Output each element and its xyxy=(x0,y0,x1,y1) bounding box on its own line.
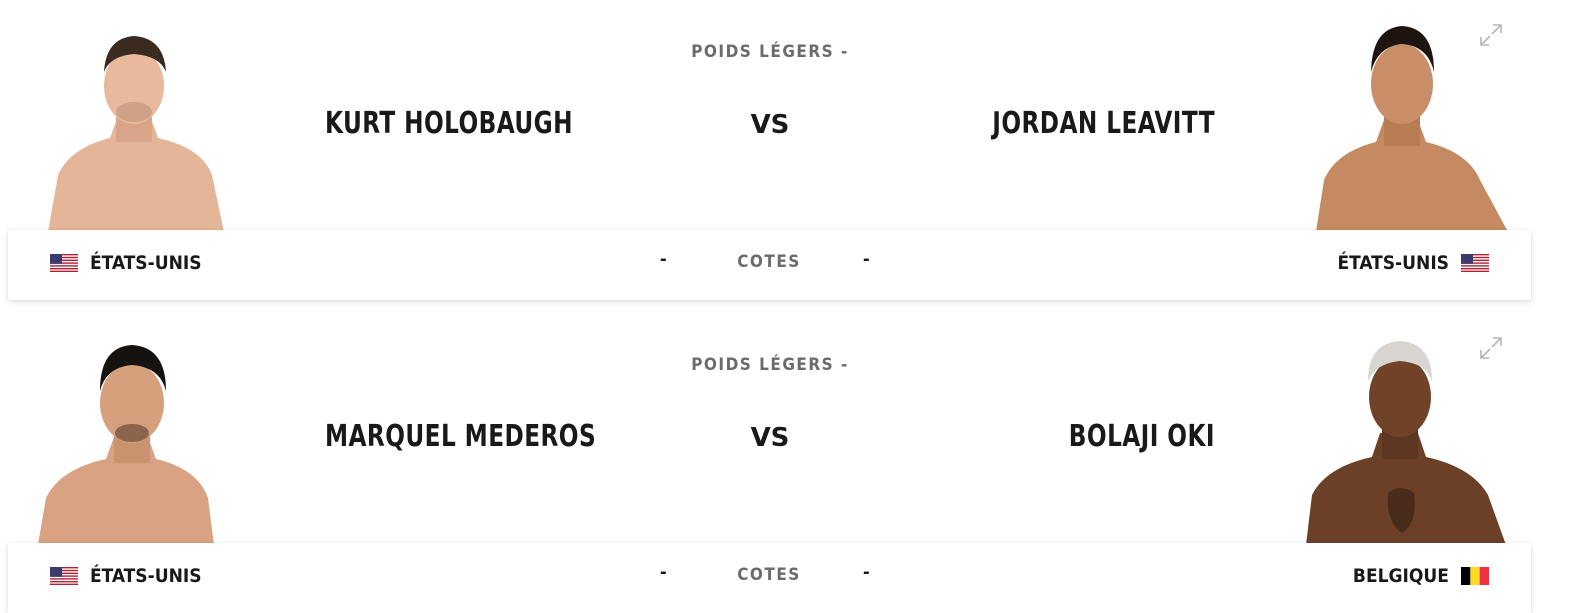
usa-flag-icon xyxy=(1461,254,1489,272)
odds-bar: ÉTATS-UNIS - COTES - BELGIQUE xyxy=(8,543,1531,613)
fighter-portrait-blue[interactable] xyxy=(1296,333,1526,545)
odds-bar: ÉTATS-UNIS - COTES - ÉTATS-UNIS xyxy=(8,230,1531,300)
odds-label: COTES xyxy=(737,565,801,585)
fighter-country-red: ÉTATS-UNIS xyxy=(50,252,202,274)
fighter-name-red[interactable]: MARQUEL MEDEROS xyxy=(325,419,596,454)
odds-value-blue: - xyxy=(863,248,870,270)
vs-label: VS xyxy=(750,423,790,453)
expand-icon[interactable] xyxy=(1478,22,1504,48)
fighter-portrait-blue[interactable] xyxy=(1296,20,1526,232)
usa-flag-icon xyxy=(50,254,78,272)
odds-value-red: - xyxy=(660,248,667,270)
expand-icon[interactable] xyxy=(1478,335,1504,361)
odds-value-red: - xyxy=(660,561,667,583)
fighter-name-blue[interactable]: BOLAJI OKI xyxy=(1069,419,1215,454)
fighter-country-blue: BELGIQUE xyxy=(1353,565,1489,587)
bout-card[interactable]: POIDS LÉGERS - KURT HOLOBAUGH VS JORDAN … xyxy=(0,0,1570,300)
vs-label: VS xyxy=(750,110,790,140)
odds-value-blue: - xyxy=(863,561,870,583)
odds-label: COTES xyxy=(737,252,801,272)
fighter-country-blue: ÉTATS-UNIS xyxy=(1337,252,1489,274)
usa-flag-icon xyxy=(50,567,78,585)
bout-card[interactable]: POIDS LÉGERS - MARQUEL MEDEROS VS BOLAJI… xyxy=(0,313,1570,613)
country-label: ÉTATS-UNIS xyxy=(90,565,202,587)
belgium-flag-icon xyxy=(1461,567,1489,585)
country-label: ÉTATS-UNIS xyxy=(1337,252,1449,274)
fighter-name-blue[interactable]: JORDAN LEAVITT xyxy=(992,106,1215,141)
fighter-country-red: ÉTATS-UNIS xyxy=(50,565,202,587)
fighter-name-red[interactable]: KURT HOLOBAUGH xyxy=(325,106,573,141)
country-label: ÉTATS-UNIS xyxy=(90,252,202,274)
country-label: BELGIQUE xyxy=(1352,565,1449,587)
